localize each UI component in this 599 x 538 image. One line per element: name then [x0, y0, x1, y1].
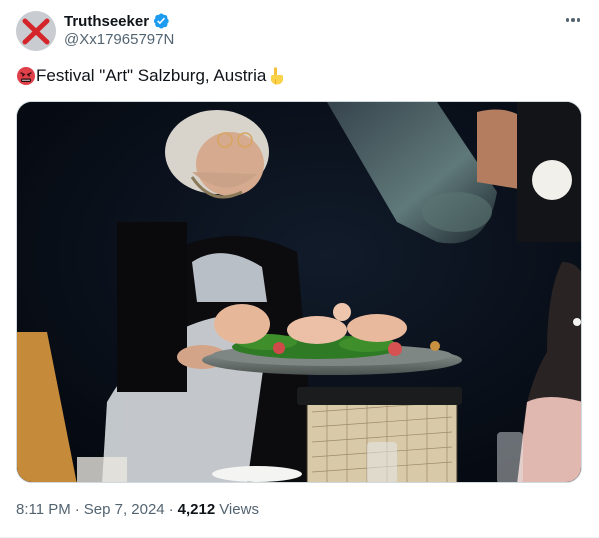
more-options-icon — [565, 18, 570, 22]
tweet-date[interactable]: Sep 7, 2024 — [84, 501, 165, 518]
pointing-down-emoji-icon — [270, 67, 284, 85]
tweet-meta: 8:11 PM · Sep 7, 2024 · 4,212 Views — [16, 501, 259, 518]
tweet-card: Truthseeker @Xx17965797N Festival "Art" … — [0, 0, 599, 538]
author-name-row: Truthseeker — [64, 12, 170, 30]
meta-separator: · — [168, 501, 174, 518]
author-avatar[interactable] — [16, 11, 56, 51]
tweet-time[interactable]: 8:11 PM — [16, 501, 71, 518]
tweet-text: Festival "Art" Salzburg, Austria — [16, 64, 286, 88]
verified-badge-icon — [153, 13, 169, 29]
angry-face-emoji-icon — [17, 67, 35, 85]
video-still-image — [17, 102, 581, 482]
more-options-dot — [576, 18, 581, 22]
tweet-video-media[interactable] — [16, 101, 582, 483]
author-display-name[interactable]: Truthseeker — [64, 13, 149, 30]
more-options-dot — [571, 18, 575, 22]
more-options-button[interactable] — [560, 10, 586, 30]
red-x-avatar-icon — [16, 11, 56, 51]
author-handle[interactable]: @Xx17965797N — [64, 31, 174, 48]
views-label[interactable]: Views — [219, 501, 259, 518]
meta-separator: · — [74, 501, 80, 518]
tweet-text-content: Festival "Art" Salzburg, Austria — [36, 66, 267, 85]
views-count[interactable]: 4,212 — [178, 501, 216, 518]
